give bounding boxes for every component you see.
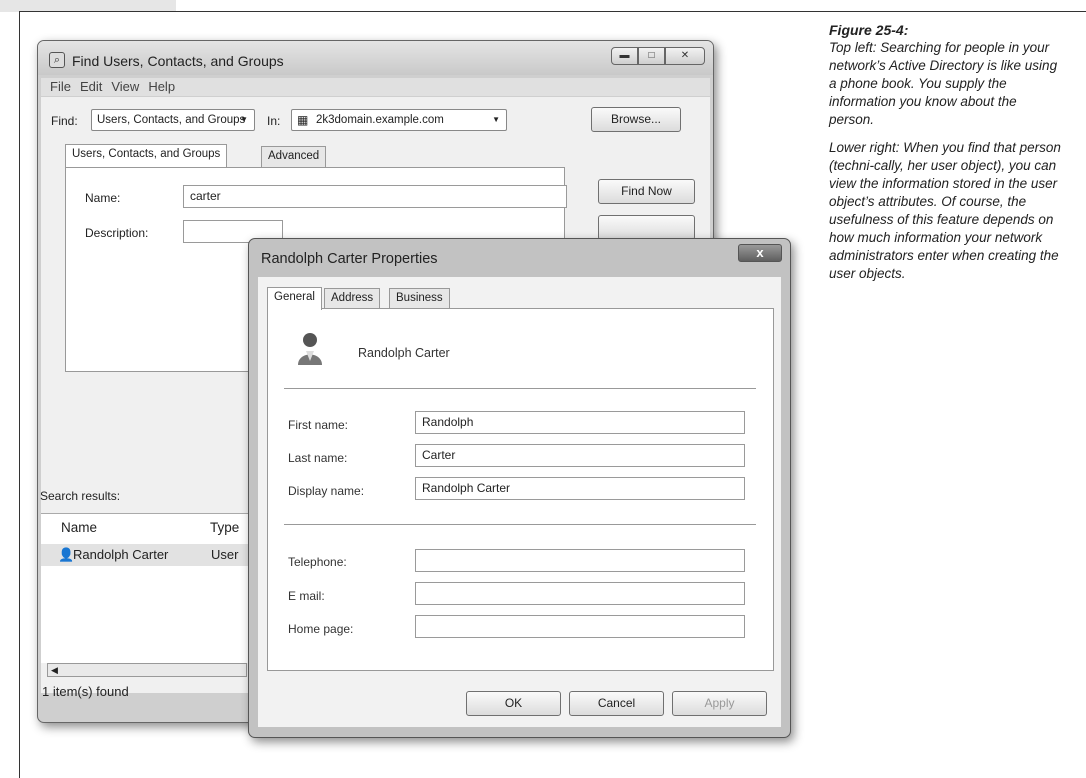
last-name-field[interactable]: Carter xyxy=(415,444,745,467)
separator xyxy=(284,524,756,525)
column-header-type[interactable]: Type xyxy=(210,520,239,535)
in-domain-select[interactable]: ▦ 2k3domain.example.com ▼ xyxy=(291,109,507,131)
dropdown-arrow-icon: ▼ xyxy=(492,115,500,124)
minimize-icon[interactable]: ▬ xyxy=(611,47,638,65)
home-page-label: Home page: xyxy=(288,622,354,636)
find-type-value: Users, Contacts, and Groups xyxy=(97,114,246,126)
first-name-field[interactable]: Randolph xyxy=(415,411,745,434)
browse-button[interactable]: Browse... xyxy=(591,107,681,132)
user-icon: 👤 xyxy=(58,547,75,562)
menu-bar: File Edit View Help xyxy=(41,78,710,96)
cancel-button[interactable]: Cancel xyxy=(569,691,664,716)
ok-button[interactable]: OK xyxy=(466,691,561,716)
domain-icon: ▦ xyxy=(297,113,309,127)
email-label: E mail: xyxy=(288,589,325,603)
properties-dialog-title: Randolph Carter Properties xyxy=(261,251,438,267)
name-input[interactable]: carter xyxy=(183,185,567,208)
column-header-name[interactable]: Name xyxy=(61,520,97,535)
telephone-field[interactable] xyxy=(415,549,745,572)
description-label: Description: xyxy=(85,226,149,240)
display-header-name: Randolph Carter xyxy=(358,346,450,360)
find-window-titlebar: ⌕ Find Users, Contacts, and Groups ▬ □ ✕ xyxy=(38,41,713,75)
separator xyxy=(284,388,756,389)
maximize-icon[interactable]: □ xyxy=(638,47,665,65)
stop-button[interactable] xyxy=(598,215,695,240)
first-name-label: First name: xyxy=(288,418,349,432)
menu-help[interactable]: Help xyxy=(148,78,175,96)
tab-general[interactable]: General xyxy=(267,287,322,310)
in-domain-value: 2k3domain.example.com xyxy=(316,114,444,126)
tab-business[interactable]: Business xyxy=(389,288,450,309)
name-label: Name: xyxy=(85,191,121,205)
close-icon[interactable]: x xyxy=(738,244,782,262)
display-name-label: Display name: xyxy=(288,484,365,498)
menu-edit[interactable]: Edit xyxy=(80,78,102,96)
caption-paragraph-1: Top left: Searching for people in your n… xyxy=(829,40,1058,127)
tab-address[interactable]: Address xyxy=(324,288,381,309)
menu-view[interactable]: View xyxy=(111,78,139,96)
general-tab-panel: Randolph Carter First name: Randolph Las… xyxy=(267,308,774,671)
tab-users-contacts-groups[interactable]: Users, Contacts, and Groups xyxy=(65,144,228,167)
find-type-select[interactable]: Users, Contacts, and Groups ▼ xyxy=(91,109,255,131)
figure-caption: Figure 25-4: Top left: Searching for peo… xyxy=(829,21,1061,293)
result-name: Randolph Carter xyxy=(73,547,169,562)
figure-number: Figure 25-4: xyxy=(829,22,909,38)
find-now-button[interactable]: Find Now xyxy=(598,179,695,204)
menu-file[interactable]: File xyxy=(50,78,71,96)
display-name-field[interactable]: Randolph Carter xyxy=(415,477,745,500)
telephone-label: Telephone: xyxy=(288,555,347,569)
home-page-field[interactable] xyxy=(415,615,745,638)
apply-button[interactable]: Apply xyxy=(672,691,767,716)
properties-dialog: Randolph Carter Properties x General Add… xyxy=(248,238,791,738)
last-name-label: Last name: xyxy=(288,451,348,465)
search-results-label: Search results: xyxy=(40,489,121,503)
directory-icon: ⌕ xyxy=(49,52,65,68)
tab-advanced[interactable]: Advanced xyxy=(261,146,327,167)
in-label: In: xyxy=(267,114,281,128)
properties-dialog-body: General Address Business Randolph Carter… xyxy=(258,277,781,727)
email-field[interactable] xyxy=(415,582,745,605)
find-label: Find: xyxy=(51,114,78,128)
dropdown-arrow-icon: ▼ xyxy=(240,115,248,124)
result-type: User xyxy=(211,547,239,562)
close-icon[interactable]: ✕ xyxy=(665,47,705,65)
horizontal-scrollbar[interactable]: ◀ xyxy=(47,663,247,677)
table-row[interactable]: 👤 Randolph Carter User xyxy=(41,544,281,566)
find-window-title: Find Users, Contacts, and Groups xyxy=(72,53,284,69)
caption-paragraph-2: Lower right: When you find that person (… xyxy=(829,140,1061,281)
user-icon xyxy=(298,333,322,365)
